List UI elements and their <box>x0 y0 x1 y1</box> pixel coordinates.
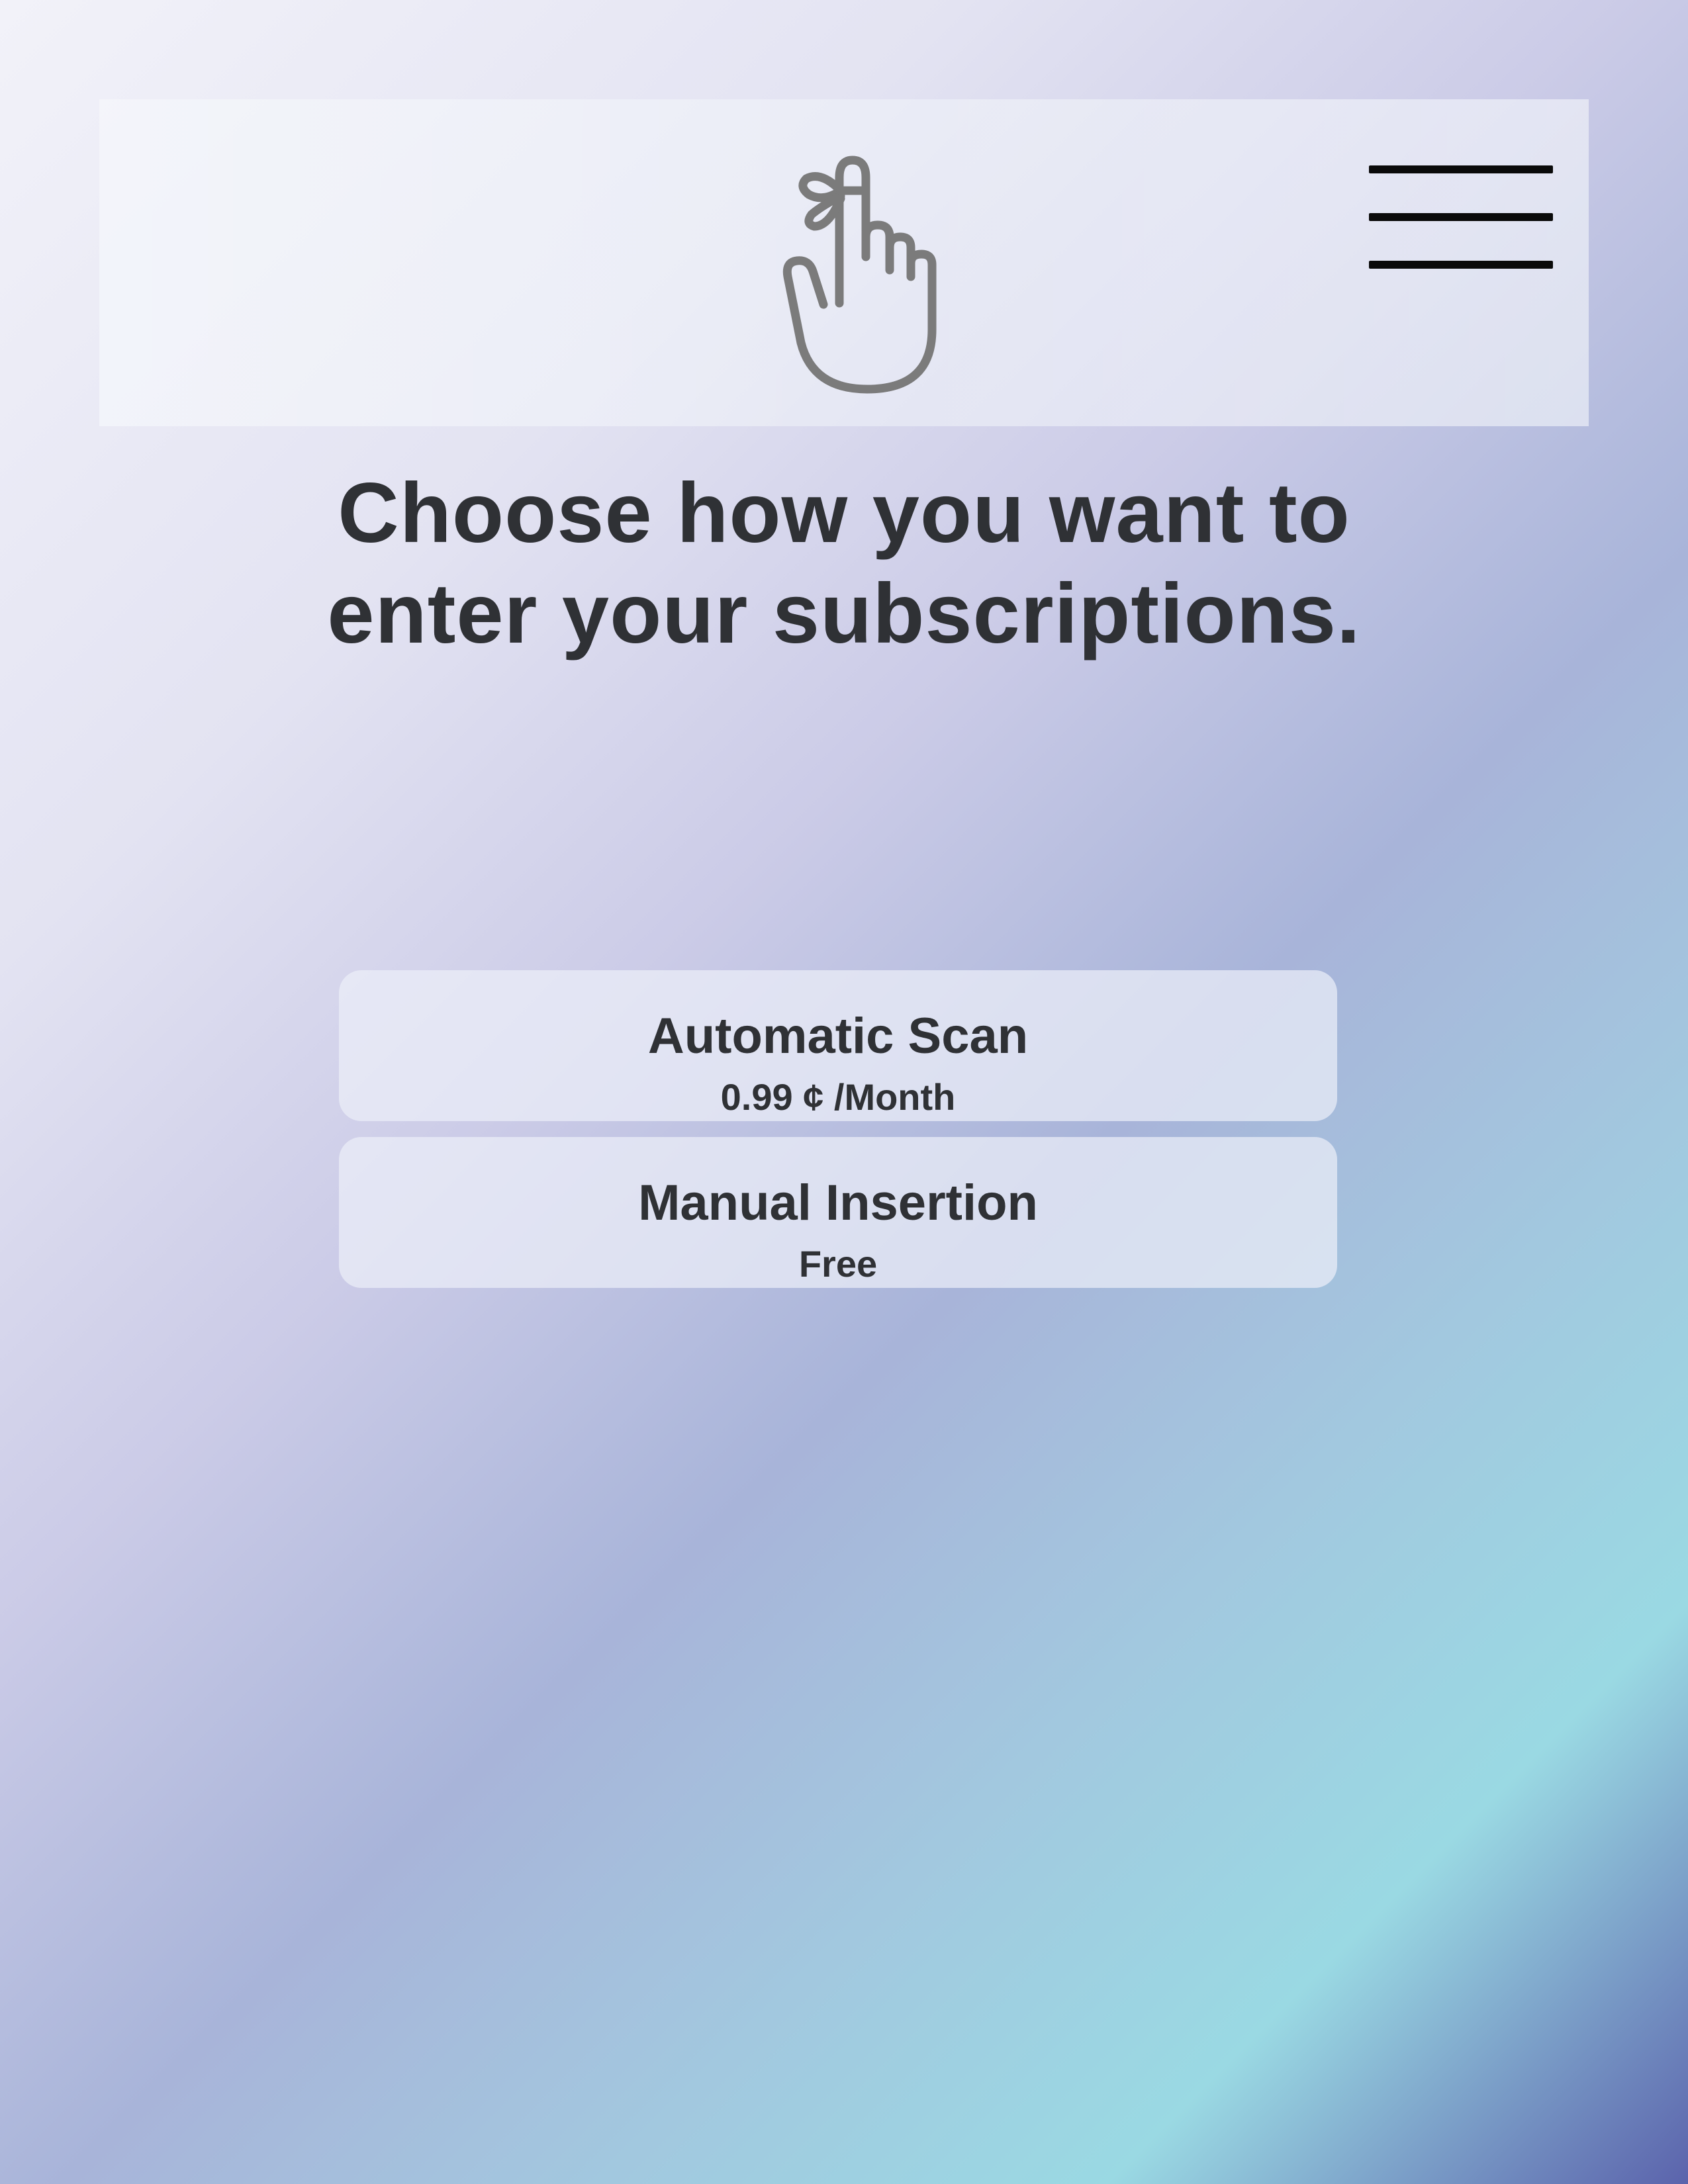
page-title-line-1: Choose how you want to <box>338 466 1350 561</box>
automatic-scan-button[interactable]: Automatic Scan 0.99 ¢ /Month <box>339 970 1337 1121</box>
menu-line <box>1369 261 1553 269</box>
automatic-scan-title: Automatic Scan <box>647 1008 1029 1064</box>
manual-insertion-button[interactable]: Manual Insertion Free <box>339 1137 1337 1288</box>
page-title-line-2: enter your subscriptions. <box>327 567 1361 661</box>
manual-insertion-price: Free <box>798 1243 878 1285</box>
menu-line <box>1369 213 1553 221</box>
automatic-scan-price: 0.99 ¢ /Month <box>720 1076 956 1118</box>
menu-line <box>1369 165 1553 173</box>
manual-insertion-title: Manual Insertion <box>638 1175 1038 1231</box>
page-title: Choose how you want to enter your subscr… <box>199 463 1489 664</box>
hamburger-menu-icon[interactable] <box>1365 163 1557 275</box>
finger-reminder-icon <box>782 156 937 394</box>
